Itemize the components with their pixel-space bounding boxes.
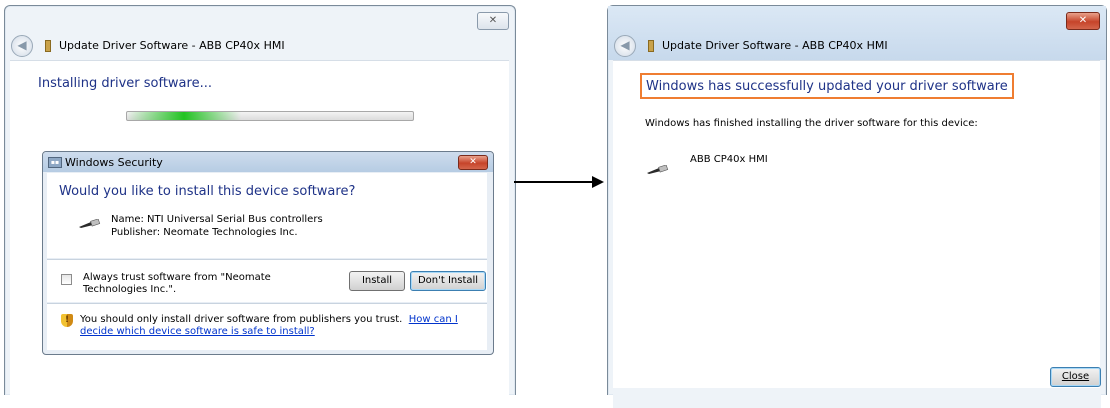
progress-fill (127, 112, 242, 120)
success-heading: Windows has successfully updated your dr… (640, 73, 1014, 99)
security-titlebar: ▪▪ Windows Security ✕ (43, 152, 493, 172)
shield-warning-icon: ! (61, 314, 73, 327)
close-button-label: Close (1061, 371, 1090, 382)
dont-install-button[interactable]: Don't Install (410, 271, 486, 291)
right-window-title: Update Driver Software - ABB CP40x HMI (662, 39, 888, 52)
installing-heading: Installing driver software... (38, 76, 212, 91)
security-title: Windows Security (65, 156, 163, 169)
left-close-button[interactable]: ✕ (477, 12, 509, 30)
close-icon: ✕ (488, 15, 498, 26)
close-icon: ✕ (469, 157, 477, 167)
device-name-line: Name: NTI Universal Serial Bus controlle… (111, 214, 323, 225)
transition-arrow-line (514, 181, 594, 183)
security-warning: ! You should only install driver softwar… (47, 303, 487, 350)
security-options: Always trust software from "Neomate Tech… (47, 259, 487, 302)
right-update-driver-window: ✕ ◀ Update Driver Software - ABB CP40x H… (607, 5, 1107, 408)
installed-device-name: ABB CP40x HMI (690, 154, 768, 165)
left-titlebar: ✕ ◀ Update Driver Software - ABB CP40x H… (5, 6, 515, 60)
device-info: Name: NTI Universal Serial Bus controlle… (111, 213, 323, 239)
transition-arrow-icon (592, 176, 604, 188)
install-progress-bar (126, 111, 414, 121)
security-body: Would you like to install this device so… (47, 173, 487, 258)
usb-plug-icon (647, 165, 669, 174)
right-footer (613, 388, 1101, 408)
security-app-icon: ▪▪ (48, 157, 62, 168)
right-content-area (613, 60, 1100, 389)
usb-plug-icon (79, 219, 101, 228)
install-question: Would you like to install this device so… (59, 184, 356, 199)
finished-message: Windows has finished installing the driv… (645, 118, 978, 129)
close-button[interactable]: Close (1050, 367, 1101, 387)
windows-security-dialog: ▪▪ Windows Security ✕ Would you like to … (42, 151, 494, 355)
publisher-line: Publisher: Neomate Technologies Inc. (111, 227, 298, 238)
warning-message: You should only install driver software … (80, 314, 480, 338)
right-close-button[interactable]: ✕ (1066, 12, 1100, 30)
close-icon: ✕ (1078, 15, 1088, 26)
install-button[interactable]: Install (349, 271, 405, 291)
device-manager-icon (45, 40, 51, 52)
back-arrow-icon: ◀ (620, 38, 630, 52)
left-back-button[interactable]: ◀ (11, 35, 33, 57)
security-close-button[interactable]: ✕ (458, 155, 488, 170)
device-manager-icon (648, 40, 654, 52)
left-window-title: Update Driver Software - ABB CP40x HMI (59, 39, 285, 52)
right-back-button[interactable]: ◀ (614, 35, 636, 57)
always-trust-label: Always trust software from "Neomate Tech… (83, 272, 271, 295)
back-arrow-icon: ◀ (17, 38, 27, 52)
right-titlebar: ✕ ◀ Update Driver Software - ABB CP40x H… (608, 6, 1106, 60)
warning-text: You should only install driver software … (80, 314, 403, 325)
always-trust-checkbox[interactable] (61, 274, 72, 285)
